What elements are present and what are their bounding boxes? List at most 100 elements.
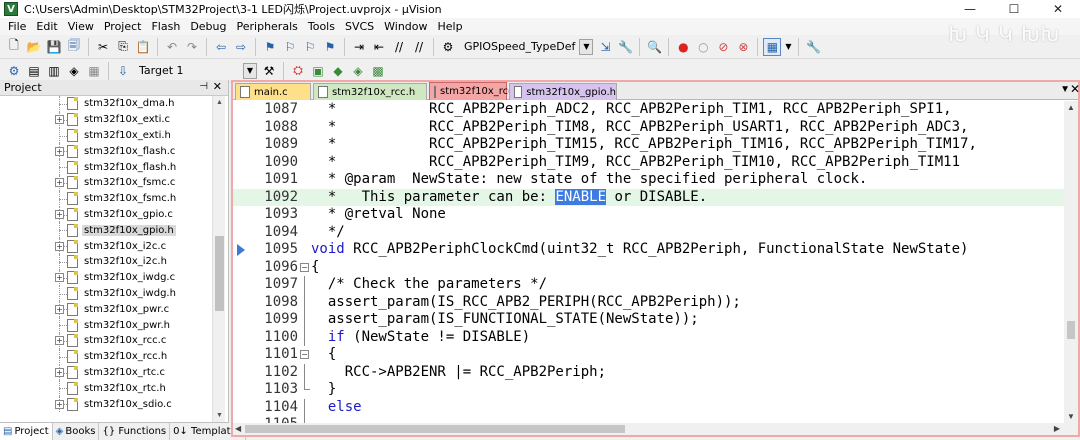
configure-icon[interactable]: 🔧 <box>804 38 822 56</box>
bookmark-icon[interactable]: ⚑ <box>261 38 279 56</box>
menu-item-peripherals[interactable]: Peripherals <box>233 20 304 33</box>
pack-installer-icon[interactable]: ▩ <box>369 62 387 80</box>
find-combo[interactable]: GPIOSpeed_TypeDef ▼ <box>460 38 594 56</box>
expand-icon[interactable]: + <box>55 209 64 219</box>
new-file-icon[interactable]: 🗋 <box>5 38 23 56</box>
redo-icon[interactable]: ↷ <box>183 38 201 56</box>
menu-item-file[interactable]: File <box>4 20 32 33</box>
batch-build-icon[interactable]: ◈ <box>65 62 83 80</box>
menu-item-tools[interactable]: Tools <box>304 20 341 33</box>
pane-tab-0[interactable]: ▤ Project <box>0 423 53 440</box>
uncomment-icon[interactable]: // <box>410 38 428 56</box>
stop-build-icon[interactable]: ▦ <box>85 62 103 80</box>
forward-icon[interactable]: ⇨ <box>232 38 250 56</box>
save-icon[interactable]: 💾 <box>45 38 63 56</box>
indent-icon[interactable]: ⇥ <box>350 38 368 56</box>
scroll-thumb[interactable] <box>215 236 224 311</box>
menu-item-help[interactable]: Help <box>434 20 469 33</box>
editor-tab-stm32f10x-rcc-c[interactable]: stm32f10x_rcc.c <box>429 82 522 100</box>
menu-item-edit[interactable]: Edit <box>32 20 63 33</box>
open-folder-icon[interactable]: 📂 <box>25 38 43 56</box>
prev-bookmark-icon[interactable]: ⚐ <box>281 38 299 56</box>
selected-text[interactable]: ENABLE <box>555 188 607 205</box>
tree-item[interactable]: stm32f10x_iwdg.h <box>0 285 212 302</box>
menu-item-debug[interactable]: Debug <box>186 20 232 33</box>
tree-item[interactable]: + stm32f10x_i2c.c <box>0 238 212 254</box>
editor-vertical-scrollbar[interactable]: ▲ ▼ <box>1064 101 1078 424</box>
scroll-up-icon[interactable]: ▲ <box>1064 101 1078 115</box>
tree-item[interactable]: + stm32f10x_rcc.c <box>0 332 212 349</box>
undo-icon[interactable]: ↶ <box>163 38 181 56</box>
paste-icon[interactable]: 📋 <box>134 38 152 56</box>
select-packs-icon[interactable]: ◆ <box>329 62 347 80</box>
save-all-icon[interactable]: 🗐 <box>65 38 83 56</box>
download-icon[interactable]: ⇩ <box>114 62 132 80</box>
tree-item[interactable]: stm32f10x_fsmc.h <box>0 190 212 207</box>
incremental-find-icon[interactable]: 🔧 <box>616 38 634 56</box>
scroll-thumb[interactable] <box>1067 321 1075 339</box>
expand-icon[interactable]: + <box>55 273 64 283</box>
expand-icon[interactable]: + <box>55 146 64 156</box>
expand-icon[interactable]: + <box>55 178 64 188</box>
tree-item[interactable]: + stm32f10x_pwr.c <box>0 301 212 318</box>
tree-item[interactable]: + stm32f10x_fsmc.c <box>0 174 212 191</box>
editor-tab-stm32f10x-gpio-h[interactable]: stm32f10x_gpio.h <box>509 83 617 100</box>
expand-icon[interactable]: + <box>55 336 64 346</box>
project-tree-scrollbar[interactable]: ▲ ▼ <box>212 96 225 422</box>
menu-item-project[interactable]: Project <box>100 20 148 33</box>
disable-breakpoint-icon[interactable]: ○ <box>694 38 712 56</box>
expand-icon[interactable]: + <box>55 115 64 125</box>
expand-icon[interactable]: + <box>55 367 64 377</box>
unindent-icon[interactable]: ⇤ <box>370 38 388 56</box>
build-icon[interactable]: ▤ <box>25 62 43 80</box>
target-options-icon[interactable]: ⚒ <box>260 62 278 80</box>
editor-horizontal-scrollbar[interactable]: ◀ ▶ <box>233 423 1078 435</box>
file-extensions-icon[interactable]: ⛭ <box>289 62 307 80</box>
run-time-env-icon[interactable]: ◈ <box>349 62 367 80</box>
tree-item[interactable]: + stm32f10x_flash.c <box>0 143 212 160</box>
window-layout-icon[interactable]: ▦ <box>763 37 782 56</box>
tree-item[interactable]: stm32f10x_rtc.h <box>0 380 212 397</box>
scroll-left-icon[interactable]: ◀ <box>235 423 241 435</box>
fold-collapse-icon[interactable]: − <box>300 350 309 359</box>
editor-tab-stm32f10x-rcc-h[interactable]: stm32f10x_rcc.h <box>313 83 427 100</box>
minimize-button[interactable]: — <box>948 0 992 18</box>
chevron-down-icon[interactable]: ▼ <box>243 62 257 79</box>
scroll-thumb[interactable] <box>245 425 625 433</box>
manage-components-icon[interactable]: ▣ <box>309 62 327 80</box>
window-dropdown-icon[interactable]: ▼ <box>783 38 793 56</box>
disable-all-breakpoints-icon[interactable]: ⊘ <box>714 38 732 56</box>
scroll-down-icon[interactable]: ▼ <box>1064 410 1078 424</box>
tree-item[interactable]: stm32f10x_dma.h <box>0 96 212 112</box>
comment-icon[interactable]: // <box>390 38 408 56</box>
menu-item-view[interactable]: View <box>64 20 100 33</box>
tree-item[interactable]: + stm32f10x_exti.c <box>0 111 212 128</box>
tree-item[interactable]: stm32f10x_exti.h <box>0 127 212 144</box>
expand-icon[interactable]: + <box>55 399 64 409</box>
cut-icon[interactable]: ✂ <box>94 38 112 56</box>
copy-icon[interactable]: ⎘ <box>114 38 132 56</box>
tree-item[interactable]: + stm32f10x_rtc.c <box>0 364 212 381</box>
breakpoint-icon[interactable]: ● <box>674 38 692 56</box>
kill-all-breakpoints-icon[interactable]: ⊗ <box>734 38 752 56</box>
menu-item-flash[interactable]: Flash <box>147 20 186 33</box>
menu-item-window[interactable]: Window <box>380 20 433 33</box>
tree-item[interactable]: stm32f10x_rcc.h <box>0 348 212 365</box>
back-icon[interactable]: ⇦ <box>212 38 230 56</box>
scroll-down-icon[interactable]: ▼ <box>213 409 226 422</box>
editor-tab-main-c[interactable]: main.c <box>235 83 311 100</box>
tab-list-dropdown-icon[interactable]: ▼ <box>1060 84 1070 95</box>
tree-item[interactable]: + stm32f10x_sdio.c <box>0 396 212 412</box>
pin-icon[interactable]: ⊣ <box>199 81 208 92</box>
expand-icon[interactable]: + <box>55 304 64 314</box>
find-icon[interactable]: ⇲ <box>596 38 614 56</box>
scroll-right-icon[interactable]: ▶ <box>1054 423 1060 435</box>
fold-collapse-icon[interactable]: − <box>300 262 309 272</box>
pane-tab-2[interactable]: {} Functions <box>99 423 171 440</box>
find-in-files-icon[interactable]: ⚙ <box>439 38 457 56</box>
clear-bookmarks-icon[interactable]: ⚑ <box>321 38 339 56</box>
menu-item-svcs[interactable]: SVCS <box>341 20 380 33</box>
tree-item[interactable]: stm32f10x_gpio.h <box>0 222 212 239</box>
scroll-up-icon[interactable]: ▲ <box>213 96 226 109</box>
debug-session-icon[interactable]: 🔍 <box>645 38 663 56</box>
